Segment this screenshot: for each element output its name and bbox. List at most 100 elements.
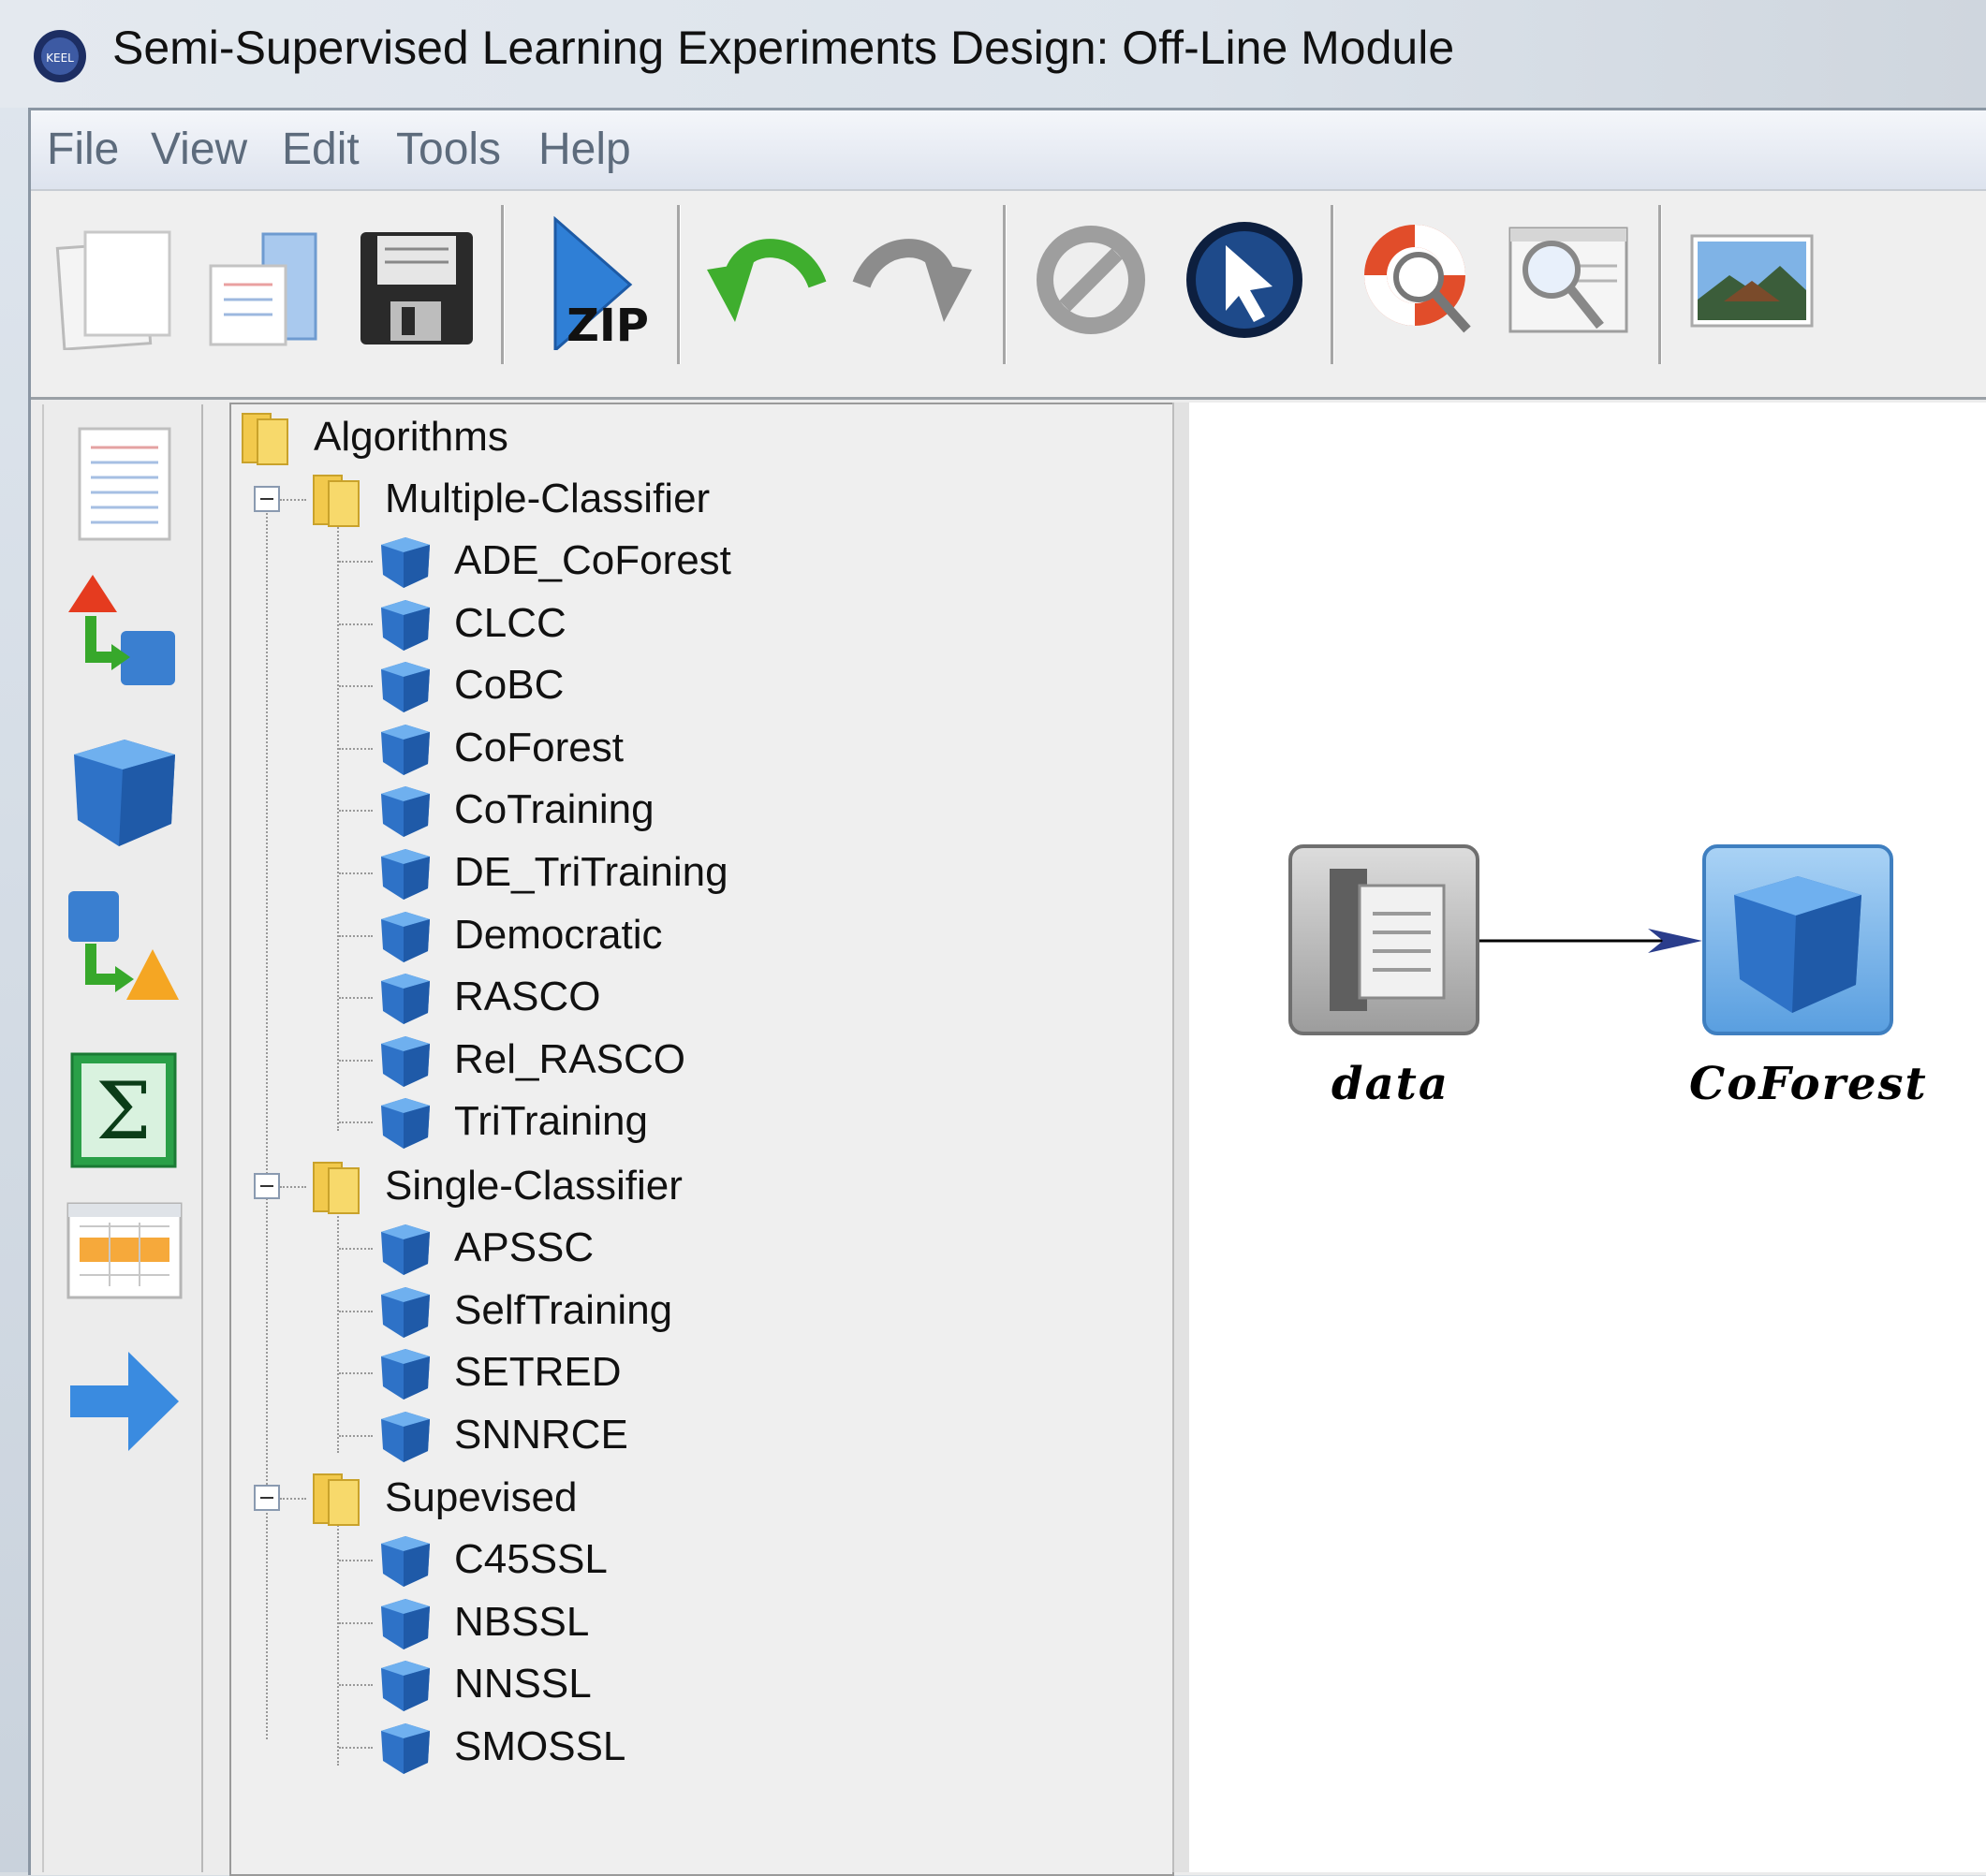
postprocess-transform-icon[interactable]	[63, 889, 184, 1011]
tree-root[interactable]: Algorithms	[239, 406, 508, 468]
tree-item[interactable]: TriTraining	[375, 1091, 648, 1152]
tree-group-supervised[interactable]: Supevised	[310, 1467, 577, 1529]
tree-item-label: CoForest	[454, 725, 624, 770]
tree-item-label: Rel_RASCO	[454, 1036, 685, 1082]
save-disk-icon[interactable]	[349, 210, 480, 350]
tree-item[interactable]: SMOSSL	[375, 1716, 625, 1778]
algorithm-tree: Algorithms Multiple-Classifier ADE_CoFor…	[229, 403, 1174, 1876]
tree-item[interactable]: CoForest	[375, 717, 624, 779]
toolbar-separator	[501, 205, 505, 364]
pointer-select-icon[interactable]	[1179, 210, 1310, 350]
menu-edit[interactable]: Edit	[282, 124, 360, 175]
tree-item-label: C45SSL	[454, 1536, 608, 1582]
tree-item-label: APSSC	[454, 1224, 595, 1270]
tree-item-label: SMOSSL	[454, 1723, 626, 1769]
node-coforest[interactable]	[1702, 844, 1893, 1035]
toolbar-separator	[677, 205, 681, 364]
tree-root-label: Algorithms	[314, 414, 508, 460]
collapse-toggle[interactable]	[254, 486, 280, 512]
preprocess-transform-icon[interactable]	[63, 573, 184, 695]
tree-item-label: NNSSL	[454, 1661, 592, 1707]
tree-item-label: RASCO	[454, 974, 601, 1019]
tree-item[interactable]: CLCC	[375, 593, 566, 654]
tree-item[interactable]: ADE_CoForest	[375, 530, 731, 592]
toolbar-separator	[1331, 205, 1334, 364]
menu-file[interactable]: File	[47, 124, 119, 175]
algorithm-cube-icon	[381, 662, 430, 712]
tree-item[interactable]: C45SSL	[375, 1529, 608, 1590]
redo-arrow-icon[interactable]	[850, 210, 981, 350]
toolbar-separator	[1658, 205, 1662, 364]
tree-item[interactable]: DE_TriTraining	[375, 842, 728, 903]
folder-icon	[313, 475, 360, 527]
new-document-icon[interactable]	[50, 210, 181, 350]
tree-item-label: SelfTraining	[454, 1287, 673, 1333]
tree-item-label: ADE_CoForest	[454, 537, 731, 583]
tree-item[interactable]: RASCO	[375, 966, 600, 1028]
tree-item-label: TriTraining	[454, 1098, 649, 1144]
tree-item-label: CoBC	[454, 662, 565, 708]
landscape-image-icon[interactable]	[1686, 210, 1817, 350]
node-data[interactable]	[1288, 844, 1479, 1035]
connection-arrow-icon[interactable]	[63, 1341, 184, 1462]
tree-item[interactable]: SelfTraining	[375, 1280, 672, 1341]
algorithm-cube-icon	[381, 912, 430, 962]
tree-item[interactable]: Rel_RASCO	[375, 1029, 685, 1091]
tree-item[interactable]: APSSC	[375, 1217, 594, 1279]
algorithm-cube-icon	[381, 1599, 430, 1649]
tree-item[interactable]: SNNRCE	[375, 1404, 628, 1466]
tree-group-single-classifier[interactable]: Single-Classifier	[310, 1155, 683, 1217]
experiment-canvas[interactable]: data CoForest	[1189, 403, 1986, 1872]
zip-export-icon[interactable]: ZIP	[537, 210, 668, 350]
algorithm-cube-icon[interactable]	[63, 730, 184, 852]
zoom-preview-icon[interactable]	[1503, 210, 1634, 350]
algorithm-cube-icon	[381, 1536, 430, 1587]
dataset-list-icon[interactable]	[63, 423, 184, 545]
app-logo-icon: KEEL	[34, 30, 86, 82]
algorithm-cube-icon	[381, 600, 430, 651]
tree-item-label: Democratic	[454, 912, 663, 958]
algorithm-cube-icon	[381, 1224, 430, 1275]
tree-item[interactable]: SETRED	[375, 1341, 621, 1403]
algorithm-cube-icon	[381, 1036, 430, 1087]
tree-item[interactable]: Democratic	[375, 904, 663, 966]
help-lifebuoy-icon[interactable]	[1353, 210, 1484, 350]
algorithm-cube-icon	[381, 849, 430, 900]
statistics-sigma-icon[interactable]: Σ	[63, 1048, 184, 1170]
tree-item[interactable]: CoBC	[375, 654, 564, 716]
collapse-toggle[interactable]	[254, 1173, 280, 1199]
dataset-document-icon	[1330, 869, 1446, 1011]
open-document-icon[interactable]	[198, 210, 329, 350]
tree-item-label: SNNRCE	[454, 1412, 628, 1458]
results-table-icon[interactable]	[63, 1189, 184, 1311]
algorithm-cube-icon	[381, 974, 430, 1024]
collapse-toggle[interactable]	[254, 1485, 280, 1511]
tree-item[interactable]: CoTraining	[375, 779, 655, 841]
tree-group-label: Single-Classifier	[385, 1163, 683, 1209]
algorithm-cube-icon	[381, 786, 430, 837]
tree-item-label: CLCC	[454, 600, 566, 646]
disabled-icon[interactable]	[1025, 210, 1156, 350]
menu-view[interactable]: View	[151, 124, 247, 175]
menu-tools[interactable]: Tools	[396, 124, 501, 175]
folder-icon	[313, 1162, 360, 1214]
menu-help[interactable]: Help	[538, 124, 631, 175]
tool-palette: Σ	[42, 404, 203, 1872]
tree-item[interactable]: NBSSL	[375, 1591, 589, 1653]
edge-data-coforest[interactable]	[1479, 927, 1704, 955]
panel-splitter[interactable]	[1172, 403, 1191, 1872]
tree-group-label: Supevised	[385, 1474, 578, 1520]
window-title: Semi-Supervised Learning Experiments Des…	[112, 22, 1455, 74]
tree-item-label: SETRED	[454, 1349, 622, 1395]
folder-icon	[242, 413, 288, 465]
tree-group-multiple-classifier[interactable]: Multiple-Classifier	[310, 468, 710, 530]
algorithm-cube-icon	[381, 1661, 430, 1711]
toolbar: ZIP	[31, 191, 1986, 400]
algorithm-cube-icon	[381, 537, 430, 588]
tree-item[interactable]: NNSSL	[375, 1653, 592, 1715]
undo-arrow-icon[interactable]	[698, 210, 829, 350]
algorithm-cube-icon	[381, 1349, 430, 1400]
app-window: KEEL Semi-Supervised Learning Experiment…	[0, 0, 1986, 1876]
node-coforest-label: CoForest	[1689, 1058, 1928, 1110]
tree-item-label: NBSSL	[454, 1599, 590, 1645]
